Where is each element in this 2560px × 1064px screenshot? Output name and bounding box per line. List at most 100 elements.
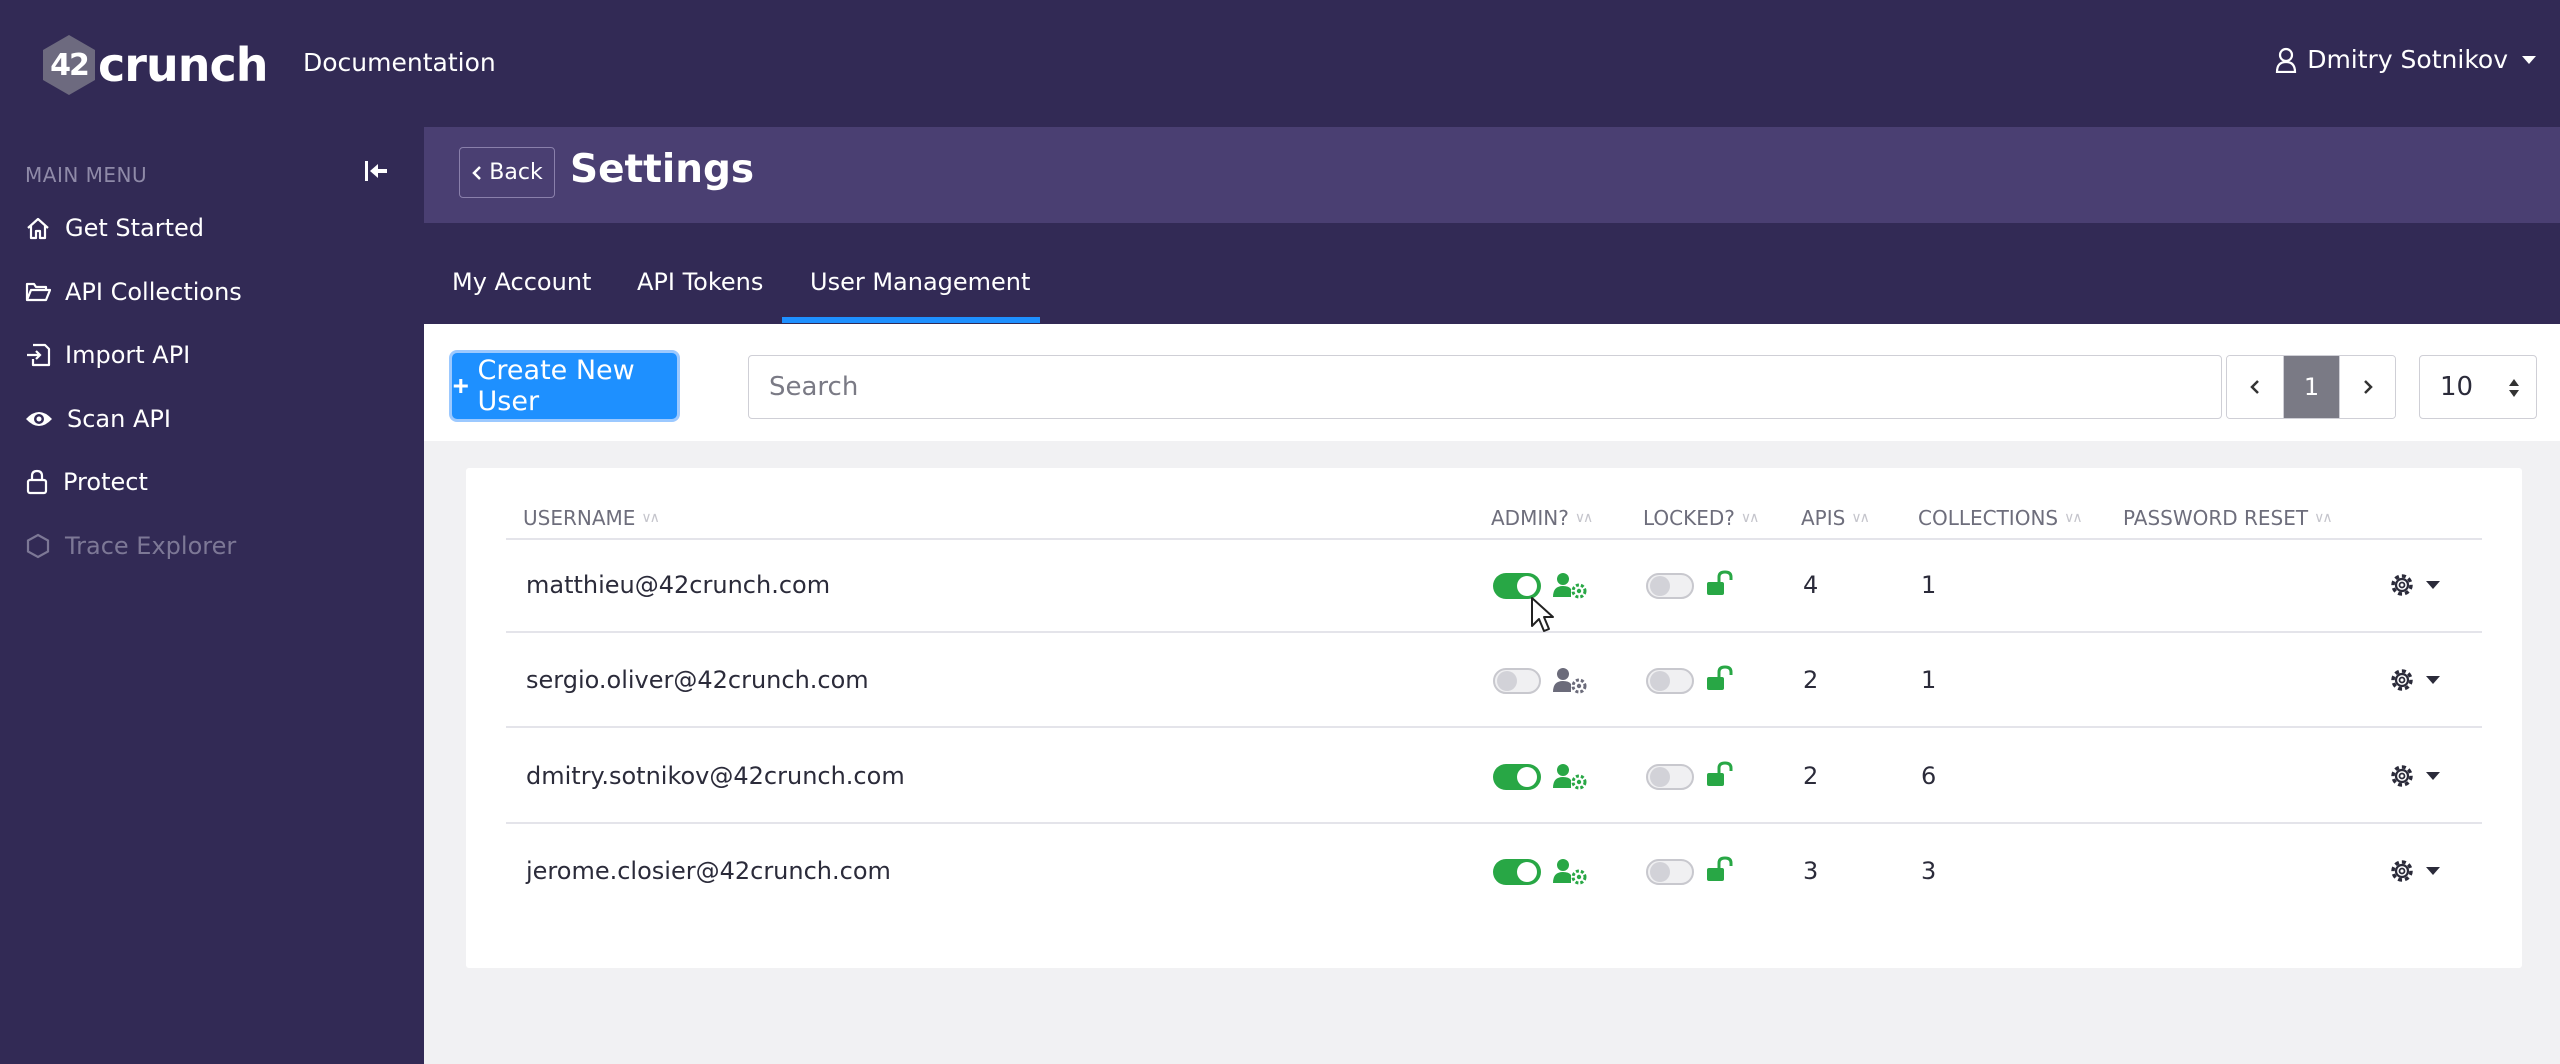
sidebar-item-trace-explorer[interactable]: Trace Explorer (25, 526, 236, 566)
apis-cell: 3 (1803, 857, 1819, 885)
chevron-down-icon (2426, 676, 2440, 684)
search-input[interactable] (748, 355, 2222, 419)
username-cell: matthieu@42crunch.com (526, 571, 831, 599)
logo-hexagon: 42 (40, 33, 98, 97)
page-title: Settings (570, 147, 755, 192)
chevron-down-icon (2426, 581, 2440, 589)
previous-page-button[interactable] (2227, 356, 2283, 418)
table-divider (506, 822, 2482, 824)
locked-toggle[interactable] (1646, 573, 1694, 599)
mouse-cursor-icon (1531, 597, 1554, 632)
chevron-left-icon (472, 165, 482, 180)
tab-api-tokens[interactable]: API Tokens (637, 268, 763, 296)
sort-icon: ∨∧ (2314, 510, 2332, 526)
sidebar-item-label: API Collections (65, 278, 242, 306)
unlock-icon[interactable] (1706, 855, 1734, 883)
sort-icon: ∨∧ (641, 510, 659, 526)
sort-icon: ∨∧ (1851, 510, 1869, 526)
column-header-label: COLLECTIONS (1918, 506, 2059, 530)
column-header-password-reset[interactable]: PASSWORD RESET ∨∧ (2123, 506, 2333, 530)
unlock-icon[interactable] (1706, 664, 1734, 692)
chevron-down-icon (2522, 55, 2536, 64)
gear-icon (2391, 765, 2413, 787)
table-divider (506, 726, 2482, 728)
user-cog-icon[interactable] (1553, 571, 1587, 599)
admin-toggle[interactable] (1493, 668, 1541, 694)
column-header-admin[interactable]: ADMIN? ∨∧ (1491, 506, 1593, 530)
chevron-right-icon (2363, 380, 2373, 394)
unlock-icon[interactable] (1706, 760, 1734, 788)
gear-icon (2391, 860, 2413, 882)
column-header-username[interactable]: USERNAME ∨∧ (523, 506, 660, 530)
user-name: Dmitry Sotnikov (2307, 45, 2508, 74)
page-size-select[interactable]: 10 (2419, 355, 2537, 419)
sidebar: MAIN MENU Get Started API Collections Im… (0, 127, 424, 1064)
user-cog-icon[interactable] (1553, 666, 1587, 694)
sidebar-item-label: Get Started (65, 214, 205, 242)
gear-icon (2391, 669, 2413, 691)
sort-updown-icon (2509, 379, 2519, 397)
logo-mark: 42 (50, 47, 90, 83)
tab-my-account[interactable]: My Account (452, 268, 591, 296)
lock-icon (26, 469, 48, 495)
toggle-knob (1650, 671, 1670, 691)
user-cog-icon[interactable] (1553, 857, 1587, 885)
table-divider (506, 538, 2482, 540)
locked-toggle[interactable] (1646, 668, 1694, 694)
home-icon (27, 217, 49, 240)
username-cell: sergio.oliver@42crunch.com (526, 666, 869, 694)
sidebar-item-import-api[interactable]: Import API (25, 335, 190, 375)
admin-toggle[interactable] (1493, 859, 1541, 885)
column-header-collections[interactable]: COLLECTIONS ∨∧ (1918, 506, 2083, 530)
unlock-icon[interactable] (1706, 569, 1734, 597)
apis-cell: 4 (1803, 571, 1819, 599)
admin-toggle[interactable] (1493, 764, 1541, 790)
user-menu[interactable]: Dmitry Sotnikov (2275, 45, 2536, 74)
user-icon (2276, 47, 2297, 73)
sidebar-item-protect[interactable]: Protect (25, 462, 148, 502)
back-label: Back (489, 160, 543, 185)
chevron-down-icon (2426, 867, 2440, 875)
logo-text: crunch (98, 38, 268, 92)
chevron-down-icon (2426, 772, 2440, 780)
locked-toggle[interactable] (1646, 764, 1694, 790)
row-actions-menu[interactable] (2388, 762, 2440, 790)
current-page[interactable]: 1 (2283, 356, 2339, 418)
row-actions-menu[interactable] (2388, 666, 2440, 694)
collections-cell: 1 (1921, 666, 1937, 694)
sidebar-item-api-collections[interactable]: API Collections (25, 272, 242, 312)
sidebar-heading: MAIN MENU (25, 163, 148, 187)
toggle-knob (1497, 671, 1517, 691)
chevron-left-icon (2250, 380, 2259, 394)
folder-open-icon (25, 282, 51, 302)
column-header-locked[interactable]: LOCKED? ∨∧ (1643, 506, 1759, 530)
toggle-knob (1650, 576, 1670, 596)
toggle-knob (1650, 862, 1670, 882)
toggle-knob (1517, 767, 1537, 787)
tab-user-management[interactable]: User Management (810, 268, 1030, 296)
documentation-link[interactable]: Documentation (303, 48, 496, 77)
column-header-label: PASSWORD RESET (2123, 506, 2309, 530)
column-header-apis[interactable]: APIS ∨∧ (1801, 506, 1870, 530)
back-button[interactable]: Back (459, 147, 555, 198)
pagination: 1 (2226, 355, 2396, 419)
logo[interactable]: 42 crunch (40, 30, 268, 100)
column-header-label: ADMIN? (1491, 506, 1569, 530)
create-new-user-button[interactable]: Create New User (452, 353, 677, 419)
sidebar-item-get-started[interactable]: Get Started (25, 208, 204, 248)
username-cell: dmitry.sotnikov@42crunch.com (526, 762, 905, 790)
sidebar-item-label: Import API (65, 341, 191, 369)
username-cell: jerome.closier@42crunch.com (526, 857, 891, 885)
toggle-knob (1517, 862, 1537, 882)
next-page-button[interactable] (2339, 356, 2395, 418)
user-cog-icon[interactable] (1553, 762, 1587, 790)
apis-cell: 2 (1803, 762, 1819, 790)
page-size-value: 10 (2440, 372, 2474, 402)
sidebar-item-scan-api[interactable]: Scan API (25, 399, 171, 439)
row-actions-menu[interactable] (2388, 571, 2440, 599)
sort-icon: ∨∧ (1574, 510, 1593, 526)
collapse-sidebar-icon[interactable] (362, 157, 390, 185)
column-header-label: APIS (1801, 506, 1846, 530)
locked-toggle[interactable] (1646, 859, 1694, 885)
row-actions-menu[interactable] (2388, 857, 2440, 885)
